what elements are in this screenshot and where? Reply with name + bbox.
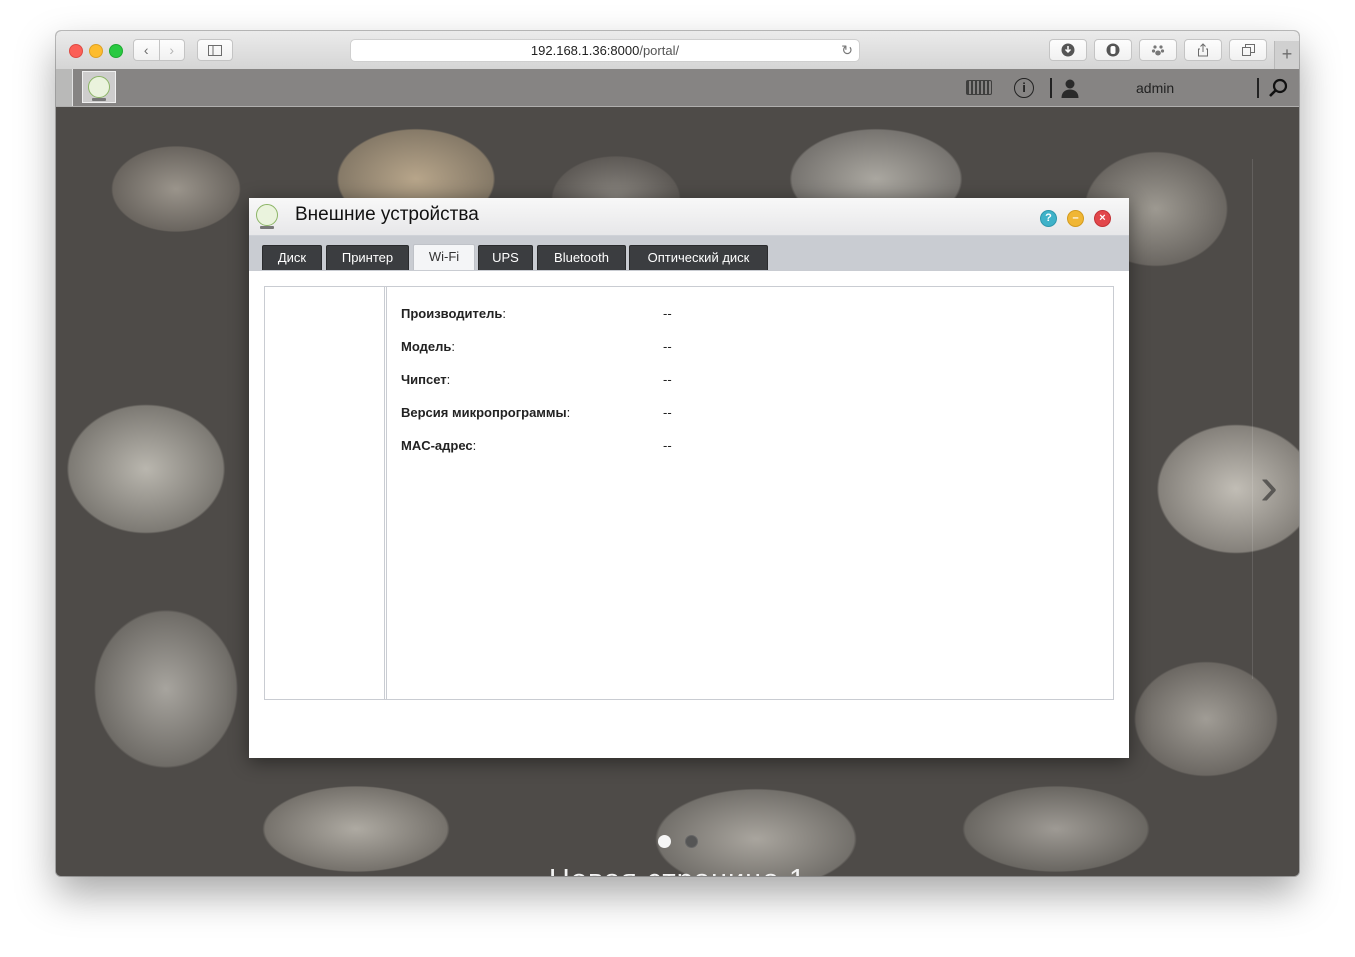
close-button[interactable]: × xyxy=(1094,210,1111,227)
separator xyxy=(1050,78,1052,98)
url-path: /portal/ xyxy=(639,43,680,58)
tab-optical-disk[interactable]: Оптический диск xyxy=(629,245,768,270)
help-icon: ? xyxy=(1045,212,1052,224)
tab-wifi[interactable]: Wi-Fi xyxy=(413,244,475,270)
portal-taskbar: i admin xyxy=(56,69,1299,107)
user-button[interactable] xyxy=(1060,69,1080,106)
extension-button[interactable] xyxy=(1094,39,1132,61)
dialog-title: Внешние устройства xyxy=(295,204,479,225)
separator xyxy=(1257,78,1259,98)
keyboard-icon xyxy=(966,80,992,95)
forward-icon[interactable]: › xyxy=(160,40,185,60)
next-page-arrow-icon[interactable]: › xyxy=(1260,459,1278,513)
page-dot-2[interactable] xyxy=(685,835,698,848)
share-icon xyxy=(1198,43,1208,57)
minimize-window-button[interactable] xyxy=(89,44,103,58)
download-icon xyxy=(1061,43,1075,57)
wifi-info-panel: Производитель: -- Модель: -- Чипсет: -- … xyxy=(264,286,1114,700)
close-icon: × xyxy=(1099,212,1106,224)
desktop-page-name: Новая страница 1 xyxy=(56,864,1299,876)
field-label: MAC-адрес: xyxy=(401,438,477,453)
minimize-button[interactable]: – xyxy=(1067,210,1084,227)
paw-icon xyxy=(1151,45,1165,56)
share-button[interactable] xyxy=(1184,39,1222,61)
user-icon xyxy=(1061,79,1079,98)
dialog-app-icon xyxy=(256,204,280,229)
zoom-window-button[interactable] xyxy=(109,44,123,58)
desktop-edge xyxy=(1252,159,1253,679)
back-icon[interactable]: ‹ xyxy=(134,40,159,60)
tab-ups[interactable]: UPS xyxy=(478,245,533,270)
page-dot-1[interactable] xyxy=(658,835,671,848)
field-value: -- xyxy=(663,438,672,453)
field-value: -- xyxy=(663,405,672,420)
field-value: -- xyxy=(663,372,672,387)
shield-icon xyxy=(1106,43,1120,57)
field-label: Производитель: xyxy=(401,306,506,321)
keyboard-button[interactable] xyxy=(966,69,992,106)
portal-desktop: i admin › Внешние устройства ? – × Диск … xyxy=(56,69,1299,876)
info-button[interactable]: i xyxy=(1014,69,1034,106)
dialog-titlebar[interactable]: Внешние устройства ? – × xyxy=(249,198,1129,236)
downloads-button[interactable] xyxy=(1049,39,1087,61)
reload-icon[interactable]: ↻ xyxy=(841,40,853,61)
taskbar-left-edge xyxy=(56,69,73,106)
sidebar-icon xyxy=(208,44,222,56)
tabs-icon xyxy=(1241,44,1255,56)
address-bar[interactable]: 192.168.1.36:8000/portal/ ↻ xyxy=(350,39,860,62)
field-value: -- xyxy=(663,339,672,354)
paw-extension-button[interactable] xyxy=(1139,39,1177,61)
url-host: 192.168.1.36:8000 xyxy=(530,43,640,58)
external-devices-dialog: Внешние устройства ? – × Диск Принтер Wi… xyxy=(249,198,1129,758)
disk-icon xyxy=(256,204,278,229)
field-label: Чипсет: xyxy=(401,372,451,387)
panel-divider xyxy=(386,287,387,699)
search-button[interactable] xyxy=(1268,69,1288,106)
field-label: Версия микропрограммы: xyxy=(401,405,571,420)
tab-bluetooth[interactable]: Bluetooth xyxy=(537,245,626,270)
info-icon: i xyxy=(1014,77,1034,98)
new-tab-button[interactable]: + xyxy=(1274,41,1299,69)
external-devices-taskbar-icon[interactable] xyxy=(82,71,116,103)
tabs-overview-button[interactable] xyxy=(1229,39,1267,61)
browser-window: ‹ › 192.168.1.36:8000/portal/ ↻ + i admi… xyxy=(56,31,1299,876)
tab-bar: Диск Принтер Wi-Fi UPS Bluetooth Оптичес… xyxy=(249,236,1129,271)
search-icon xyxy=(1269,78,1288,97)
tab-printer[interactable]: Принтер xyxy=(326,245,409,270)
disk-icon xyxy=(88,76,110,101)
close-window-button[interactable] xyxy=(69,44,83,58)
minimize-icon: – xyxy=(1072,212,1079,224)
tab-disk[interactable]: Диск xyxy=(262,245,322,270)
device-list[interactable] xyxy=(265,287,385,699)
help-button[interactable]: ? xyxy=(1040,210,1057,227)
field-label: Модель: xyxy=(401,339,455,354)
nav-buttons: ‹ › xyxy=(133,39,185,61)
browser-toolbar: ‹ › 192.168.1.36:8000/portal/ ↻ + xyxy=(56,31,1299,70)
field-value: -- xyxy=(663,306,672,321)
sidebar-toggle-button[interactable] xyxy=(197,39,233,61)
username-label[interactable]: admin xyxy=(1136,69,1174,106)
